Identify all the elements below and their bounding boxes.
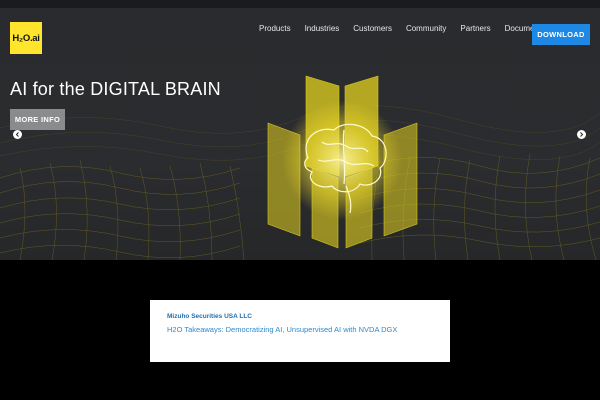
nav-item-industries[interactable]: Industries (305, 24, 340, 33)
nav-item-partners[interactable]: Partners (460, 24, 490, 33)
nav-item-products[interactable]: Products (259, 24, 291, 33)
nav-item-customers[interactable]: Customers (353, 24, 392, 33)
news-headline-link[interactable]: H2O Takeaways: Democratizing AI, Unsuper… (167, 325, 397, 334)
more-info-button[interactable]: MORE INFO (10, 109, 65, 130)
chevron-right-icon (580, 132, 584, 137)
news-card: Mizuho Securities USA LLC H2O Takeaways:… (150, 300, 450, 362)
brain-hexagon-icon (0, 75, 600, 260)
carousel-prev-button[interactable] (13, 130, 22, 139)
hero-headline: AI for the DIGITAL BRAIN (10, 79, 221, 99)
nav-item-community[interactable]: Community (406, 24, 446, 33)
news-company: Mizuho Securities USA LLC (167, 313, 252, 320)
hero-banner: H₂O.ai Products Industries Customers Com… (0, 8, 600, 260)
top-strip (0, 0, 600, 8)
h2o-logo[interactable]: H₂O.ai (10, 22, 42, 54)
main-nav: Products Industries Customers Community … (259, 24, 572, 33)
download-button[interactable]: DOWNLOAD (532, 24, 590, 45)
logo-text: H₂O.ai (12, 32, 40, 44)
chevron-left-icon (15, 132, 19, 137)
carousel-next-button[interactable] (577, 130, 586, 139)
